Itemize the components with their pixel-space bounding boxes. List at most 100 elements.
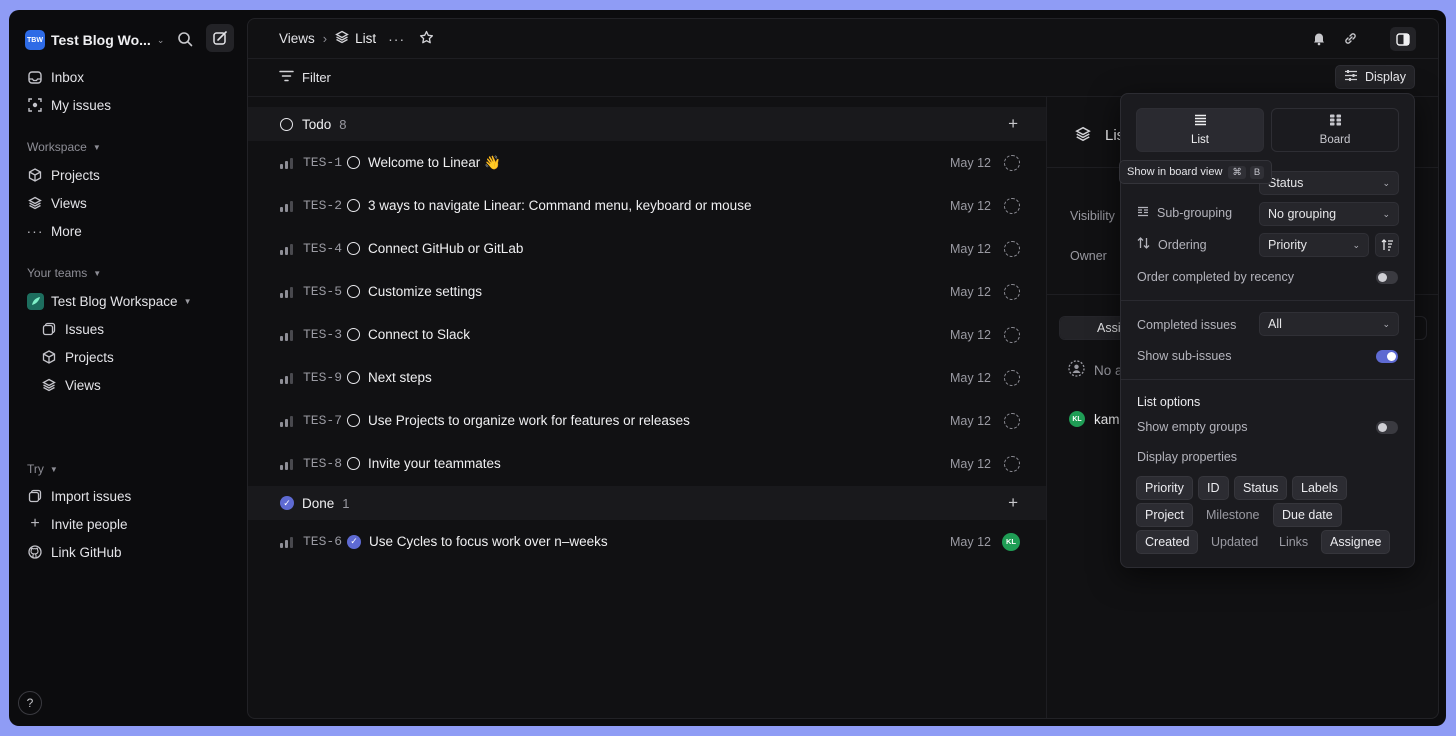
show-empty-groups-toggle[interactable]	[1376, 421, 1398, 434]
priority-icon[interactable]	[280, 415, 294, 427]
teams-section-toggle[interactable]: Your teams ▼	[27, 266, 101, 280]
todo-status-icon[interactable]	[347, 457, 360, 470]
sidebar-item-label: Link GitHub	[51, 544, 122, 560]
unassigned-avatar-icon[interactable]	[1004, 326, 1020, 343]
unassigned-avatar-icon[interactable]	[1004, 455, 1020, 472]
done-status-icon[interactable]: ✓	[347, 534, 361, 549]
sidebar-item-views[interactable]: Views	[25, 191, 235, 215]
priority-icon[interactable]	[280, 372, 294, 384]
property-chip[interactable]: Labels	[1292, 476, 1347, 500]
grouping-select[interactable]: Status ⌄	[1259, 171, 1399, 195]
sidebar-item-inbox[interactable]: Inbox	[25, 65, 235, 89]
unassigned-avatar-icon[interactable]	[1004, 283, 1020, 300]
more-icon: ···	[26, 223, 44, 239]
issue-row[interactable]: TES-7 Use Projects to organize work for f…	[248, 399, 1046, 442]
sidebar-item-more[interactable]: ··· More	[25, 219, 235, 243]
issue-row[interactable]: TES-2 3 ways to navigate Linear: Command …	[248, 184, 1046, 227]
todo-status-icon[interactable]	[347, 199, 360, 212]
issue-date: May 12	[950, 456, 991, 471]
issue-row[interactable]: TES-9 Next steps May 12	[248, 356, 1046, 399]
priority-icon[interactable]	[280, 243, 294, 255]
todo-status-icon[interactable]	[347, 156, 360, 169]
sort-direction-icon[interactable]	[1375, 233, 1399, 257]
new-issue-icon[interactable]	[206, 24, 234, 52]
priority-icon[interactable]	[280, 536, 294, 548]
sidebar-team-header[interactable]: Test Blog Workspace ▼	[25, 289, 235, 313]
property-chip[interactable]: Assignee	[1321, 530, 1391, 554]
cube-icon	[25, 168, 45, 182]
priority-icon[interactable]	[280, 329, 294, 341]
more-options-icon[interactable]: ···	[388, 31, 405, 47]
display-button[interactable]: Display	[1335, 65, 1415, 89]
todo-status-icon[interactable]	[347, 414, 360, 427]
property-chip[interactable]: Status	[1234, 476, 1288, 500]
issue-date: May 12	[950, 413, 991, 428]
ordering-select[interactable]: Priority ⌄	[1259, 233, 1369, 257]
show-subissues-toggle[interactable]	[1376, 350, 1398, 363]
panel-toggle-icon[interactable]	[1390, 27, 1416, 51]
priority-icon[interactable]	[280, 458, 294, 470]
property-chip[interactable]: Milestone	[1198, 503, 1268, 527]
issue-id: TES-4	[303, 241, 343, 256]
unassigned-avatar-icon[interactable]	[1004, 369, 1020, 386]
board-view-button[interactable]: Board	[1271, 108, 1399, 152]
priority-icon[interactable]	[280, 157, 294, 169]
workspace-section-toggle[interactable]: Workspace ▼	[27, 140, 101, 154]
filter-button[interactable]: Filter	[279, 70, 331, 85]
breadcrumb-view-name[interactable]: List	[355, 31, 376, 46]
add-issue-plus-icon[interactable]: +	[1008, 114, 1018, 134]
order-completed-toggle[interactable]	[1376, 271, 1398, 284]
add-issue-plus-icon[interactable]: +	[1008, 493, 1018, 513]
issue-id: TES-6	[303, 534, 343, 549]
sidebar-item-link-github[interactable]: Link GitHub	[25, 540, 235, 564]
completed-issues-select[interactable]: All ⌄	[1259, 312, 1399, 336]
issue-id: TES-8	[303, 456, 343, 471]
bell-icon[interactable]	[1312, 31, 1326, 49]
property-chip[interactable]: Links	[1271, 530, 1316, 554]
sidebar-item-team-views[interactable]: Views	[39, 373, 249, 397]
group-header-done[interactable]: ✓ Done 1 +	[248, 486, 1046, 520]
sidebar-item-my-issues[interactable]: My issues	[25, 93, 235, 117]
sidebar-item-import-issues[interactable]: Import issues	[25, 484, 235, 508]
issue-row[interactable]: TES-8 Invite your teammates May 12	[248, 442, 1046, 485]
link-icon[interactable]	[1343, 31, 1358, 49]
sidebar-item-team-projects[interactable]: Projects	[39, 345, 249, 369]
todo-status-icon[interactable]	[347, 285, 360, 298]
assignee-avatar[interactable]: KL	[1002, 532, 1020, 551]
property-chip[interactable]: Priority	[1136, 476, 1193, 500]
todo-status-icon[interactable]	[347, 242, 360, 255]
chevron-down-icon: ⌄	[156, 34, 165, 45]
todo-status-icon[interactable]	[347, 371, 360, 384]
unassigned-avatar-icon[interactable]	[1004, 154, 1020, 171]
workspace-section-label: Workspace	[27, 140, 87, 154]
property-chip[interactable]: ID	[1198, 476, 1229, 500]
issue-row[interactable]: TES-5 Customize settings May 12	[248, 270, 1046, 313]
property-chip[interactable]: Updated	[1203, 530, 1266, 554]
subgrouping-select[interactable]: No grouping ⌄	[1259, 202, 1399, 226]
issue-row[interactable]: TES-6 ✓ Use Cycles to focus work over n–we…	[248, 520, 1046, 563]
order-completed-label: Order completed by recency	[1137, 270, 1295, 284]
sidebar-item-team-issues[interactable]: Issues	[39, 317, 249, 341]
group-header-todo[interactable]: Todo 8 +	[248, 107, 1046, 141]
issue-row[interactable]: TES-1 Welcome to Linear 👋 May 12	[248, 141, 1046, 184]
unassigned-avatar-icon[interactable]	[1004, 240, 1020, 257]
sidebar-item-projects[interactable]: Projects	[25, 163, 235, 187]
property-chip[interactable]: Project	[1136, 503, 1193, 527]
search-icon[interactable]	[172, 26, 198, 52]
filter-icon	[279, 70, 294, 85]
property-chip[interactable]: Due date	[1273, 503, 1342, 527]
star-icon[interactable]	[419, 30, 434, 48]
sidebar-item-invite-people[interactable]: + Invite people	[25, 512, 235, 536]
issue-row[interactable]: TES-3 Connect to Slack May 12	[248, 313, 1046, 356]
property-chip[interactable]: Created	[1136, 530, 1199, 554]
todo-status-icon[interactable]	[347, 328, 360, 341]
issue-row[interactable]: TES-4 Connect GitHub or GitLab May 12	[248, 227, 1046, 270]
unassigned-avatar-icon[interactable]	[1004, 197, 1020, 214]
breadcrumb-views[interactable]: Views	[279, 31, 315, 46]
priority-icon[interactable]	[280, 200, 294, 212]
try-section-toggle[interactable]: Try ▼	[27, 462, 58, 476]
unassigned-avatar-icon[interactable]	[1004, 412, 1020, 429]
list-view-button[interactable]: List	[1136, 108, 1264, 152]
help-button[interactable]: ?	[18, 691, 42, 715]
priority-icon[interactable]	[280, 286, 294, 298]
